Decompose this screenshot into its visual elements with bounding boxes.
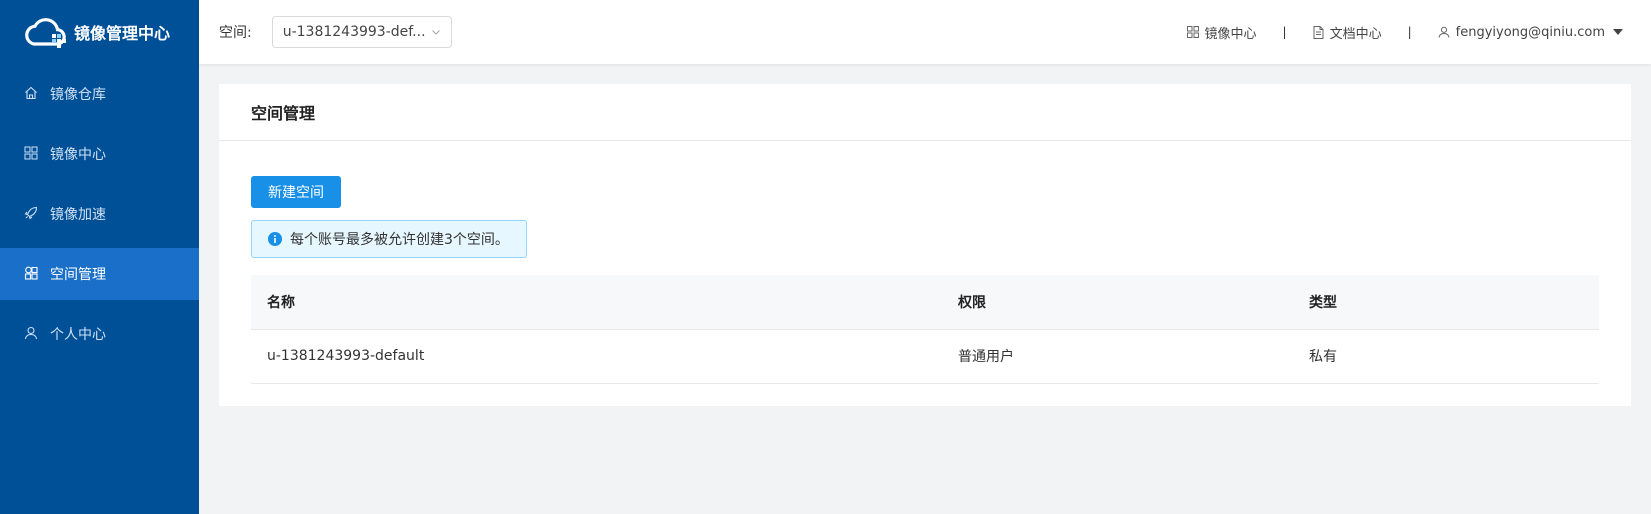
header-link-image-center[interactable]: 镜像中心: [1186, 23, 1257, 42]
header-separator: |: [1407, 25, 1412, 39]
column-header-permission[interactable]: 权限: [942, 275, 1293, 330]
header-link-docs[interactable]: 文档中心: [1313, 23, 1382, 42]
caret-down-icon: [1613, 29, 1623, 35]
space-select-value: u-1381243993-def...: [282, 24, 426, 40]
space-management-card: 空间管理 新建空间 每个账号最多被允许创建3个空间。 名称 权限 类型 u-13…: [219, 84, 1631, 406]
sidebar-item-image-center[interactable]: 镜像中心: [0, 128, 199, 180]
cubes-icon: [24, 266, 40, 282]
sidebar-item-label: 个人中心: [50, 327, 106, 343]
sidebar-item-label: 空间管理: [50, 267, 106, 283]
user-menu[interactable]: fengyiyong@qiniu.com: [1438, 25, 1629, 40]
page-title: 空间管理: [219, 84, 1631, 141]
sidebar-item-image-repo[interactable]: 镜像仓库: [0, 68, 199, 120]
chevron-down-icon: [431, 30, 440, 35]
new-space-button[interactable]: 新建空间: [251, 176, 341, 208]
rocket-icon: [24, 206, 40, 222]
table-header-row: 名称 权限 类型: [251, 275, 1599, 330]
table-row[interactable]: u-1381243993-default 普通用户 私有: [251, 329, 1599, 384]
sidebar-item-label: 镜像中心: [50, 147, 106, 163]
header-link-label: 文档中心: [1329, 26, 1382, 42]
header-link-label: 镜像中心: [1204, 26, 1257, 42]
grid-icon: [1186, 26, 1199, 38]
sidebar: 镜像管理中心 镜像仓库 镜像中心 镜像加速 空间管理 个人中心: [0, 0, 199, 514]
home-icon: [24, 86, 40, 102]
grid-icon: [24, 146, 40, 162]
space-table: 名称 权限 类型 u-1381243993-default 普通用户 私有: [251, 275, 1599, 384]
app-title: 镜像管理中心: [74, 24, 171, 43]
sidebar-nav: 镜像仓库 镜像中心 镜像加速 空间管理 个人中心: [0, 68, 199, 360]
space-select[interactable]: u-1381243993-def...: [271, 16, 452, 48]
header-separator: |: [1282, 25, 1287, 39]
sidebar-item-label: 镜像加速: [50, 207, 106, 223]
column-header-type[interactable]: 类型: [1293, 275, 1599, 330]
user-email: fengyiyong@qiniu.com: [1455, 24, 1605, 40]
cell-space-name: u-1381243993-default: [251, 329, 942, 384]
alert-text: 每个账号最多被允许创建3个空间。: [290, 232, 509, 248]
sidebar-item-space-mgmt[interactable]: 空间管理: [0, 248, 199, 300]
app-logo[interactable]: 镜像管理中心: [0, 0, 199, 64]
cloud-logo-icon: [25, 18, 66, 48]
user-icon: [24, 326, 40, 342]
cell-type: 私有: [1293, 329, 1599, 384]
document-icon: [1313, 25, 1324, 39]
column-header-name[interactable]: 名称: [251, 275, 942, 330]
user-icon: [1438, 26, 1450, 38]
space-label: 空间:: [219, 25, 252, 41]
sidebar-item-image-accel[interactable]: 镜像加速: [0, 188, 199, 240]
sidebar-item-personal[interactable]: 个人中心: [0, 308, 199, 360]
info-alert: 每个账号最多被允许创建3个空间。: [251, 220, 527, 258]
info-icon: [268, 232, 282, 246]
cell-permission: 普通用户: [942, 329, 1293, 384]
top-header: 空间: u-1381243993-def... 镜像中心 | 文档中心 | fe…: [199, 0, 1651, 64]
sidebar-item-label: 镜像仓库: [50, 87, 106, 103]
header-right: 镜像中心 | 文档中心 | fengyiyong@qiniu.com: [1186, 23, 1630, 42]
